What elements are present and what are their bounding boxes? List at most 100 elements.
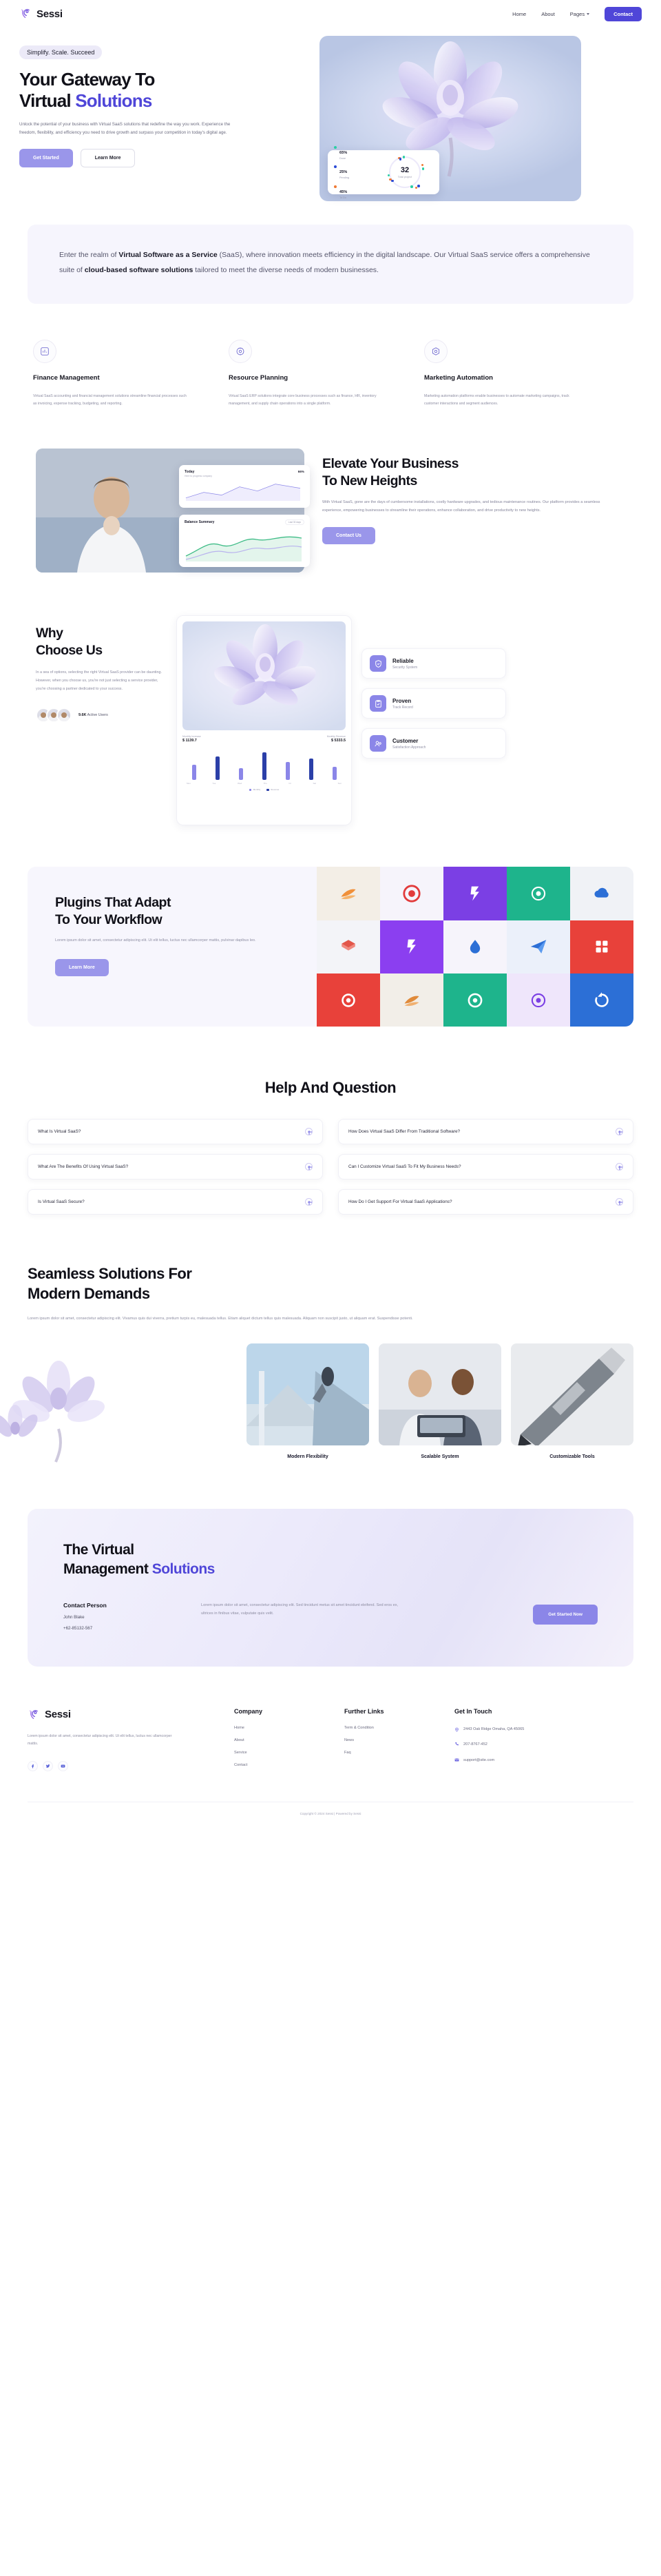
- footer-email[interactable]: support@site.com: [463, 1757, 494, 1764]
- elevate-contact-button[interactable]: Contact Us: [322, 527, 375, 545]
- brand-logo[interactable]: Sessi: [19, 7, 63, 21]
- footer-company-links: Home About Service Contact: [234, 1726, 344, 1767]
- balance-card-pill: Last 30 days: [284, 519, 304, 526]
- footer-link-news[interactable]: News: [344, 1738, 454, 1742]
- why-choose-us-section: Why Choose Us In a sea of options, selec…: [21, 615, 640, 826]
- donut-pin: [421, 167, 425, 170]
- plugin-tile[interactable]: [317, 920, 380, 973]
- plugin-tile[interactable]: [380, 973, 443, 1027]
- hero-stat-card: 65% Done 25% Pending 45% To Do 32 Total …: [328, 146, 439, 199]
- faq-heading: Help And Question: [264, 1079, 397, 1097]
- faq-item[interactable]: What Are The Benefits Of Using Virtual S…: [28, 1154, 323, 1180]
- gear-icon: [531, 886, 546, 901]
- resource-gear-icon: [229, 340, 252, 364]
- badge-card-customer[interactable]: Customer Satisfaction Approach: [361, 728, 506, 759]
- footer-logo[interactable]: Sessi: [28, 1708, 234, 1722]
- bar-group: [255, 748, 273, 781]
- bar-group: [302, 748, 320, 781]
- faq-question: How Does Virtual SaaS Differ From Tradit…: [348, 1129, 461, 1135]
- get-started-button[interactable]: Get Started: [19, 148, 73, 167]
- plugin-tile[interactable]: [380, 920, 443, 973]
- stat-legend-row: 65% Done: [334, 145, 373, 161]
- plugin-tile[interactable]: [570, 973, 633, 1027]
- plugins-learn-more-button[interactable]: Learn More: [55, 958, 109, 976]
- plus-icon[interactable]: [616, 1128, 623, 1136]
- bar-x-label: Sat: [313, 782, 317, 785]
- hero-title-line1: Your Gateway To: [19, 69, 155, 90]
- plugins-title-line1: Plugins That Adapt: [55, 895, 171, 911]
- why-paragraph: In a sea of options, selecting the right…: [36, 670, 162, 692]
- crystal-flower-graphic: [214, 624, 316, 705]
- footer-link-contact[interactable]: Contact: [234, 1763, 344, 1767]
- contact-button[interactable]: Contact: [605, 6, 642, 21]
- bar-group: [208, 748, 227, 781]
- site-footer: Sessi Lorem ipsum dolor sit amet, consec…: [28, 1708, 633, 1778]
- nav-item-pages[interactable]: Pages: [570, 11, 590, 17]
- plus-icon[interactable]: [616, 1198, 623, 1206]
- footer-address-row: 2443 Oak Ridge Omaha, QA 45065: [454, 1726, 606, 1733]
- refresh-icon: [595, 991, 609, 1007]
- nav-item-about[interactable]: About: [541, 11, 555, 17]
- plugin-tile[interactable]: [507, 867, 570, 920]
- faq-question: How Do I Get Support For Virtual SaaS Ap…: [348, 1199, 452, 1205]
- facebook-icon[interactable]: [28, 1761, 38, 1772]
- footer-link-terms[interactable]: Term & Condition: [344, 1726, 454, 1730]
- grid-icon: [596, 940, 608, 953]
- plus-icon[interactable]: [305, 1198, 313, 1206]
- plugin-tile[interactable]: [317, 867, 380, 920]
- nav-item-home[interactable]: Home: [512, 11, 526, 17]
- bar-group: [231, 748, 250, 781]
- plugin-tile[interactable]: [443, 867, 507, 920]
- target-icon: [403, 885, 421, 903]
- faq-item[interactable]: What Is Virtual SaaS?: [28, 1119, 323, 1145]
- footer-link-about[interactable]: About: [234, 1738, 344, 1742]
- balance-summary-card: Balance Summary Last 30 days: [179, 515, 310, 568]
- plugin-tile[interactable]: [570, 867, 633, 920]
- shield-icon: [370, 655, 386, 672]
- bar-group: [185, 748, 203, 781]
- why-flower-image: [182, 621, 346, 731]
- seamless-title: Seamless Solutions For Modern Demands: [28, 1264, 633, 1304]
- plugin-tile[interactable]: [443, 973, 507, 1027]
- footer-touch-col: Get In Touch 2443 Oak Ridge Omaha, QA 45…: [454, 1708, 606, 1771]
- finance-chart-icon: [33, 340, 56, 364]
- footer-address: 2443 Oak Ridge Omaha, QA 45065: [463, 1727, 525, 1731]
- donut-pin: [410, 185, 413, 189]
- footer-phone-row: 207-8767-452: [454, 1741, 606, 1748]
- badge-card-proven[interactable]: Proven Track Record: [361, 688, 506, 719]
- plus-icon[interactable]: [305, 1163, 313, 1171]
- footer-link-home[interactable]: Home: [234, 1726, 344, 1730]
- plugins-title: Plugins That Adapt To Your Workflow: [55, 894, 317, 928]
- plugin-tile[interactable]: [570, 920, 633, 973]
- faq-item[interactable]: How Do I Get Support For Virtual SaaS Ap…: [338, 1189, 633, 1215]
- plugin-tile[interactable]: [317, 973, 380, 1027]
- get-started-now-button[interactable]: Get Started Now: [533, 1604, 598, 1625]
- footer-phone[interactable]: 207-8767-452: [463, 1741, 487, 1748]
- brand-name: Sessi: [36, 8, 63, 20]
- faq-item[interactable]: Can I Customize Virtual SaaS To Fit My B…: [338, 1154, 633, 1180]
- plugin-tile[interactable]: [507, 973, 570, 1027]
- plugin-tile[interactable]: [507, 920, 570, 973]
- hero-paragraph: Unlock the potential of your business wi…: [19, 122, 231, 136]
- why-badges: Reliable Security System Proven Track Re…: [361, 615, 506, 825]
- today-sparkline: [185, 484, 301, 502]
- plus-icon[interactable]: [305, 1128, 313, 1136]
- plus-icon[interactable]: [616, 1163, 623, 1171]
- youtube-icon[interactable]: [58, 1761, 68, 1772]
- site-header: Sessi Home About Pages Contact: [0, 0, 661, 28]
- footer-link-faq[interactable]: Faq: [344, 1751, 454, 1755]
- faq-question: Can I Customize Virtual SaaS To Fit My B…: [348, 1164, 461, 1170]
- plugin-tile[interactable]: [443, 920, 507, 973]
- chevron-down-icon: [587, 12, 590, 15]
- footer-link-service[interactable]: Service: [234, 1751, 344, 1755]
- learn-more-button[interactable]: Learn More: [80, 148, 136, 167]
- twitter-icon[interactable]: [43, 1761, 53, 1772]
- cta-section: The Virtual Management Solutions Contact…: [28, 1509, 633, 1667]
- badge-card-reliable[interactable]: Reliable Security System: [361, 648, 506, 679]
- seamless-paragraph: Lorem ipsum dolor sit amet, consectetur …: [28, 1316, 413, 1321]
- mini-chart-right-value: $ 5333.5: [331, 739, 346, 743]
- faq-item[interactable]: How Does Virtual SaaS Differ From Tradit…: [338, 1119, 633, 1145]
- faq-item[interactable]: Is Virtual SaaS Secure?: [28, 1189, 323, 1215]
- plugin-tile[interactable]: [380, 867, 443, 920]
- mini-chart-left-value: $ 1139.7: [182, 739, 197, 743]
